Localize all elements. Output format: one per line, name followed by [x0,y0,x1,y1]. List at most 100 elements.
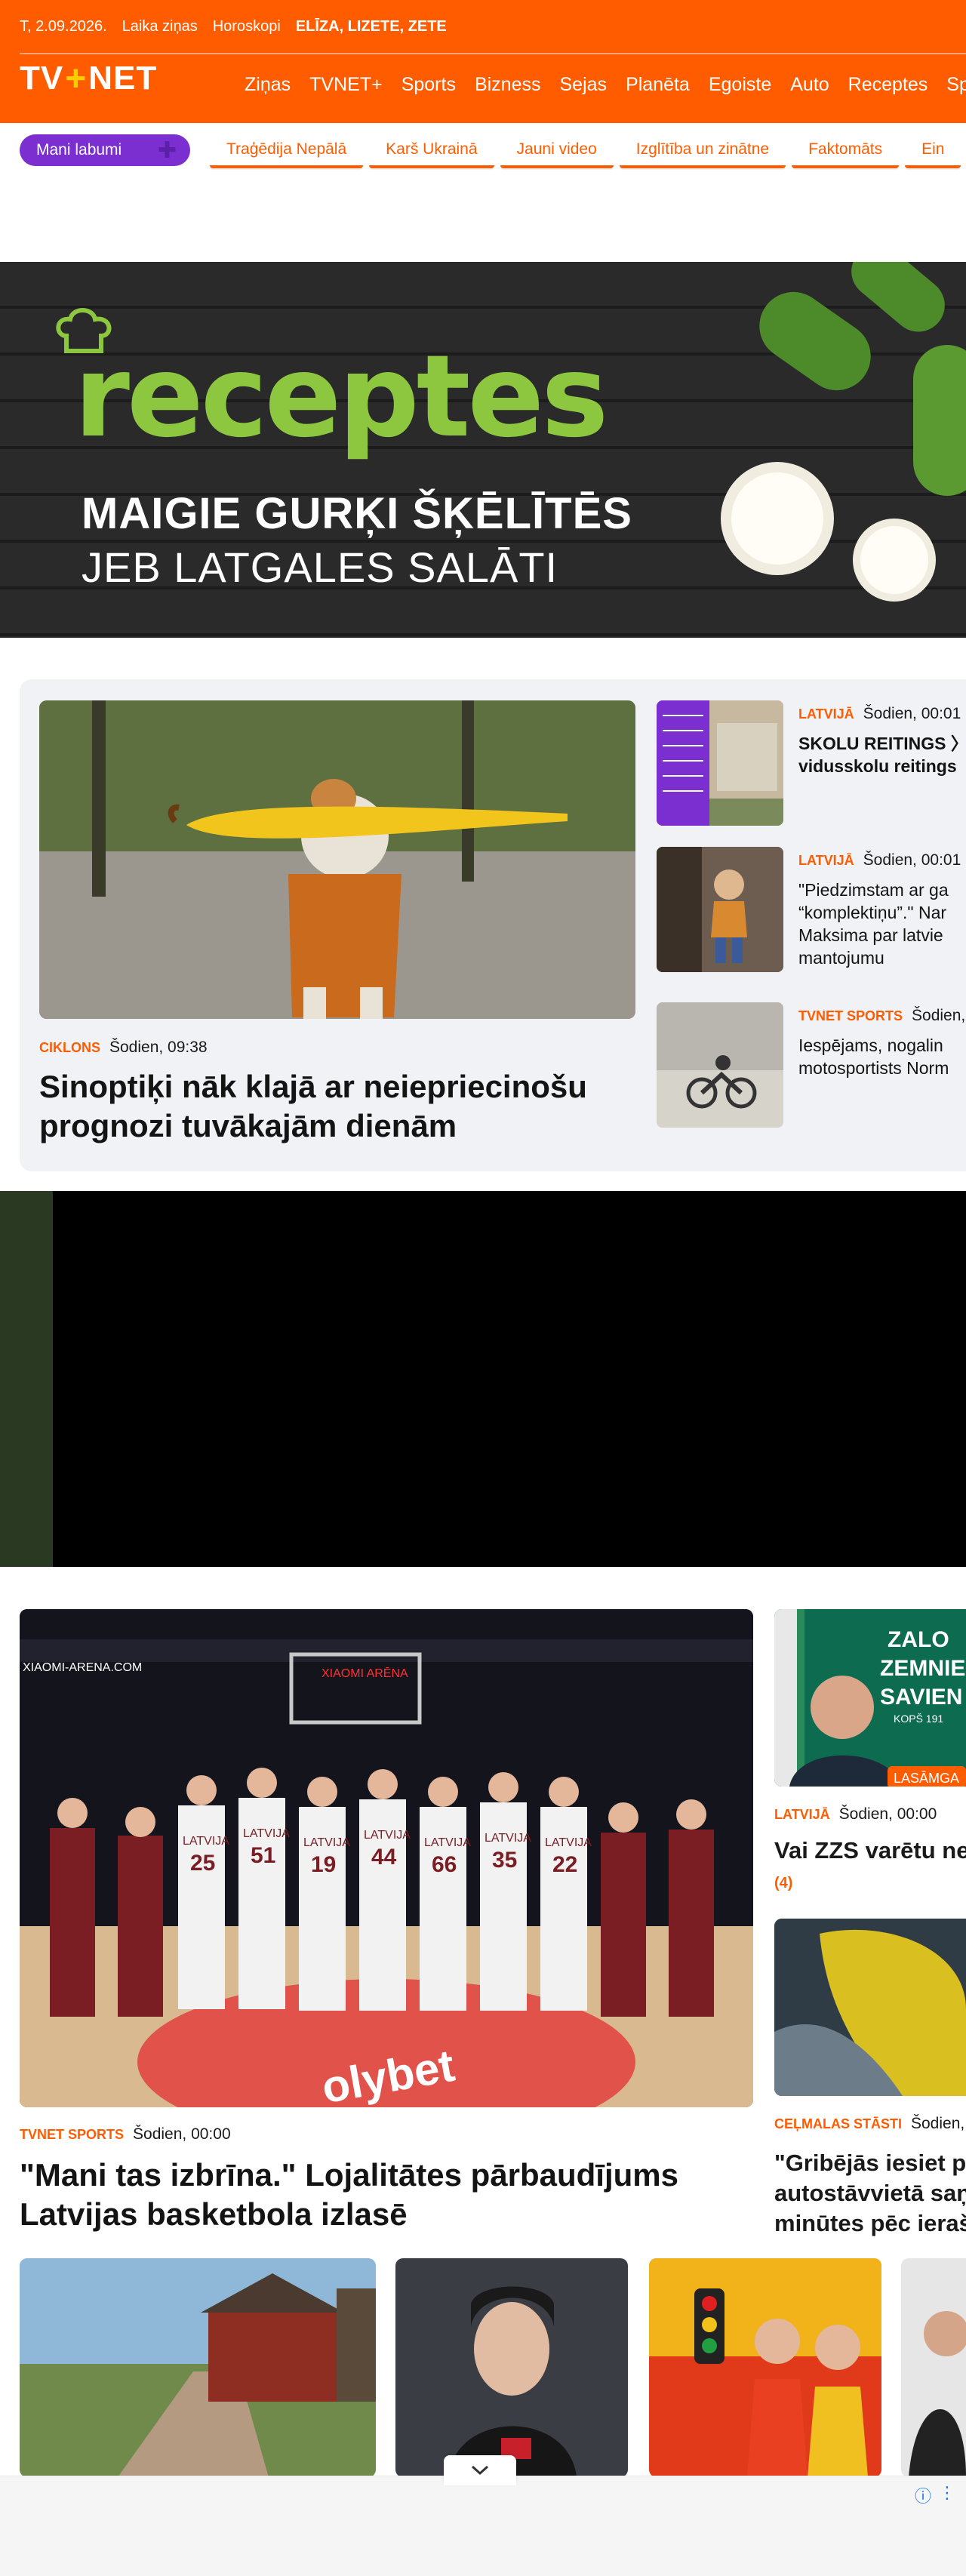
main-story-title[interactable]: "Mani tas izbrīna." Lojalitātes pārbaudī… [20,2156,753,2234]
nav-item-auto[interactable]: Auto [790,74,829,96]
jersey-number: 35 [492,1848,517,1873]
side-news-title[interactable]: SKOLU REITINGS 〉 vidusskolu reitings [798,732,966,777]
title-line: vidusskolu reitings [798,756,957,776]
featured-time: Šodien, 09:38 [109,1039,208,1056]
side-news-item[interactable]: LATVIJĀ Šodien, 00:01 SKOLU REITINGS 〉 v… [657,700,966,826]
sticky-ad-bar [0,2476,966,2576]
main-story-time: Šodien, 00:00 [133,2125,231,2143]
side-news-title[interactable]: "Piedzimstam ar ga “komplektiņu”." Nar M… [798,879,966,969]
top-news: CIKLONS Šodien, 09:38 Sinoptiķi nāk klaj… [20,679,966,1171]
jersey-number: 66 [432,1852,457,1877]
jersey-text: LATVIJA [364,1829,411,1842]
favorites-button[interactable]: Mani labumi ✚ [20,134,190,166]
nav-item-sports[interactable]: Sports [401,74,456,96]
weather-link[interactable]: Laika ziņas [122,18,198,35]
title-line: mantojumu [798,948,884,968]
topbar: T, 2.09.2026. Laika ziņas Horoskopi ELĪZ… [20,15,447,38]
side-news-item[interactable]: TVNET SPORTS Šodien, Iespējams, nogalin … [657,1002,966,1128]
featured-title[interactable]: Sinoptiķi nāk klajā ar neiepriecinošu pr… [39,1067,635,1146]
side-news-thumbnail [657,700,783,826]
side-news-item[interactable]: LATVIJĀ Šodien, 00:01 "Piedzimstam ar ga… [657,847,966,972]
news-thumbnail[interactable] [901,2258,966,2477]
receptes-banner[interactable]: receptes MAIGIE GURĶI ŠĶĒLĪTĒS JEB LATGA… [0,262,966,638]
side-news-title[interactable]: Iespējams, nogalin motosportists Norm [798,1034,966,1079]
title-line: autostāvvietā saņ [774,2180,966,2206]
side-news-text: LATVIJĀ Šodien, 00:01 SKOLU REITINGS 〉 v… [798,705,966,777]
featured-meta: CIKLONS Šodien, 09:38 [39,1039,208,1057]
ad-info-controls: ⓘ ⋮ [915,2483,955,2507]
side-news-text: TVNET SPORTS Šodien, Iespējams, nogalin … [798,1007,966,1079]
topic-chip[interactable]: Traģēdija Nepālā [210,134,364,168]
motorcycle-photo [657,1002,783,1128]
banner-word: ZALO [888,1627,949,1652]
comment-count[interactable]: (4) [774,1875,792,1892]
comedians-photo [649,2258,881,2477]
main-story-meta: TVNET SPORTS Šodien, 00:00 [20,2125,231,2144]
site-header: T, 2.09.2026. Laika ziņas Horoskopi ELĪZ… [0,0,966,123]
nav-item-tvnet-plus[interactable]: TVNET+ [309,74,383,96]
ad-left-decoration [0,1191,53,1567]
topic-chip[interactable]: Faktomāts [792,134,900,168]
dog-umbrella-photo [39,700,635,1019]
right-news-meta: CEĻMALAS STĀSTI Šodien, [774,2115,964,2133]
right-news-category[interactable]: CEĻMALAS STĀSTI [774,2116,902,2132]
topic-bar: Mani labumi ✚ Traģēdija Nepālā Karš Ukra… [0,123,966,185]
topic-chip[interactable]: Izglītība un zinātne [619,134,786,168]
side-news-category[interactable]: TVNET SPORTS [798,1008,903,1024]
plus-sparkle-icon: ✚ [157,138,177,163]
topic-chip[interactable]: Jauni video [500,134,614,168]
arena-banner-text: XIAOMI-ARENA.COM [23,1661,142,1674]
jersey-text: LATVIJA [183,1835,229,1848]
title-line: SKOLU REITINGS 〉 [798,734,966,753]
banner-word: ZEMNIE [880,1656,965,1681]
title-line: "Piedzimstam ar ga [798,880,949,900]
site-logo[interactable]: TV + NET [20,59,158,99]
jersey-text: LATVIJA [424,1836,471,1849]
nav-item-receptes[interactable]: Receptes [848,74,928,96]
news-thumbnail[interactable] [395,2258,628,2477]
topic-chip[interactable]: Karš Ukrainā [369,134,494,168]
jersey-number: 19 [311,1852,336,1877]
school-building-photo [657,700,783,826]
nav-item-sports-2[interactable]: Spo [946,74,966,96]
ad-slot[interactable] [0,1191,966,1567]
featured-category[interactable]: CIKLONS [39,1040,100,1056]
car-photo [774,1919,966,2096]
topic-chip[interactable]: Ein [905,134,961,168]
village-street-photo [20,2258,376,2477]
side-news-time: Šodien, [912,1007,966,1024]
ad-menu-icon[interactable]: ⋮ [939,2483,955,2507]
side-news-category[interactable]: LATVIJĀ [798,853,854,869]
right-news-title[interactable]: Vai ZZS varētu ne [774,1836,966,1866]
right-news-image[interactable] [774,1919,966,2096]
jersey-text: LATVIJA [485,1832,531,1845]
logo-net: NET [88,60,158,97]
horoscope-link[interactable]: Horoskopi [213,18,281,35]
onion-ring-image [853,519,936,602]
side-news-text: LATVIJĀ Šodien, 00:01 "Piedzimstam ar ga… [798,851,966,969]
person-photo [901,2258,966,2477]
right-news-image[interactable]: ZALO ZEMNIE SAVIEN KOPŠ 191 LASĀMGA [774,1609,966,1787]
nav-item-zinas[interactable]: Ziņas [245,74,291,96]
news-thumbnail[interactable] [649,2258,881,2477]
right-news-category[interactable]: LATVIJĀ [774,1807,830,1823]
side-news-category[interactable]: LATVIJĀ [798,706,854,722]
topic-chips: Traģēdija Nepālā Karš Ukrainā Jauni vide… [210,134,961,168]
nav-item-planeta[interactable]: Planēta [626,74,690,96]
featured-image[interactable] [39,700,635,1019]
right-news-title[interactable]: "Gribējās iesiet pa autostāvvietā saņ mi… [774,2148,966,2239]
onion-image [721,462,834,575]
chevron-down-icon[interactable] [444,2455,516,2485]
banner-headline: MAIGIE GURĶI ŠĶĒLĪTĒS [82,489,632,538]
ad-info-icon[interactable]: ⓘ [915,2483,931,2507]
main-story-image[interactable]: XIAOMI-ARENA.COM XIAOMI ARĒNA olybet LAT… [20,1609,753,2107]
news-thumbnail[interactable] [20,2258,376,2477]
nav-item-egoiste[interactable]: Egoiste [709,74,771,96]
title-line: Iespējams, nogalin [798,1036,943,1055]
nav-item-sejas[interactable]: Sejas [560,74,608,96]
nav-item-bizness[interactable]: Bizness [475,74,541,96]
most-read-badge: LASĀMGA [894,1771,959,1786]
jersey-number: 25 [190,1851,215,1876]
main-story-category[interactable]: TVNET SPORTS [20,2127,124,2143]
namedays: ELĪZA, LIZETE, ZETE [295,17,447,35]
